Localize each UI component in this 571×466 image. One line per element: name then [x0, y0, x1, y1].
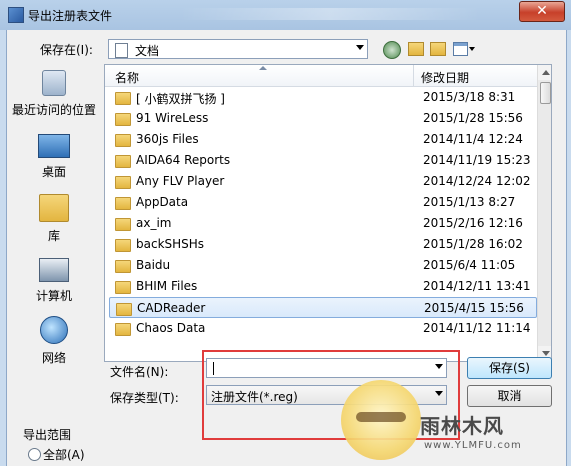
folder-icon	[115, 176, 131, 189]
folder-icon	[115, 323, 131, 336]
file-name: Any FLV Player	[136, 174, 225, 188]
export-all-label: 全部(A)	[43, 448, 85, 462]
file-list[interactable]: 名称 修改日期 [ 小鹤双拼飞扬 ] 2015/3/18 8:31 91 WireL…	[104, 64, 552, 362]
place-label: 库	[47, 229, 60, 243]
filename-label: 文件名(N):	[110, 365, 169, 379]
folder-icon	[115, 92, 131, 105]
cancel-button[interactable]: 取消	[467, 385, 552, 407]
column-separator[interactable]	[413, 65, 414, 86]
file-name: [ 小鹤双拼飞扬 ]	[136, 92, 225, 106]
file-date: 2014/11/12 11:14	[423, 321, 531, 335]
view-dropdown-icon[interactable]	[469, 47, 475, 51]
table-row[interactable]: [ 小鹤双拼飞扬 ] 2015/3/18 8:31	[109, 87, 537, 108]
place-label: 桌面	[41, 165, 66, 179]
file-name: backSHSHs	[136, 237, 205, 251]
file-date: 2014/11/4 12:24	[423, 132, 523, 146]
folder-icon	[115, 155, 131, 168]
recent-places-icon	[42, 70, 66, 96]
file-name: 360js Files	[136, 132, 199, 146]
place-computer[interactable]: 计算机	[9, 258, 99, 304]
place-libraries[interactable]: 库	[9, 194, 99, 244]
folder-icon	[115, 260, 131, 273]
table-row[interactable]: 360js Files 2014/11/4 12:24	[109, 129, 537, 150]
file-name: Baidu	[136, 258, 171, 272]
up-folder-icon[interactable]	[408, 42, 424, 56]
file-date: 2015/1/13 8:27	[423, 195, 516, 209]
table-row[interactable]: BHIM Files 2014/12/11 13:41	[109, 276, 537, 297]
regedit-icon	[8, 7, 24, 23]
table-row[interactable]: AppData 2015/1/13 8:27	[109, 192, 537, 213]
view-menu-icon[interactable]	[453, 42, 468, 56]
file-date: 2015/4/15 15:56	[424, 301, 524, 315]
file-name: Chaos Data	[136, 321, 206, 335]
document-icon	[115, 43, 128, 58]
folder-icon	[115, 197, 131, 210]
watermark-sunglasses	[356, 412, 406, 422]
title-blur-decoration	[180, 8, 480, 20]
title-bar[interactable]: 导出注册表文件 ✕	[0, 0, 571, 30]
file-date: 2014/12/24 12:02	[423, 174, 531, 188]
file-name: AIDA64 Reports	[136, 153, 231, 167]
file-name: ax_im	[136, 216, 172, 230]
file-date: 2015/2/16 12:16	[423, 216, 523, 230]
place-recent[interactable]: 最近访问的位置	[9, 70, 99, 118]
place-label: 计算机	[35, 289, 72, 303]
folder-icon	[115, 239, 131, 252]
desktop-icon	[38, 134, 70, 158]
folder-icon	[115, 218, 131, 231]
file-name: CADReader	[137, 301, 206, 315]
folder-icon	[115, 134, 131, 147]
save-in-value: 文档	[135, 44, 160, 58]
computer-icon	[39, 258, 69, 282]
file-name: AppData	[136, 195, 189, 209]
table-row[interactable]: 91 WireLess 2015/1/28 15:56	[109, 108, 537, 129]
new-folder-icon[interactable]	[430, 42, 446, 56]
file-date: 2015/3/18 8:31	[423, 90, 516, 104]
file-name: BHIM Files	[136, 279, 198, 293]
column-header-date[interactable]: 修改日期	[421, 69, 469, 86]
watermark-text: 雨林木风	[420, 414, 504, 438]
file-list-header: 名称 修改日期	[105, 65, 537, 87]
watermark-url: www.YLMFU.com	[424, 440, 522, 451]
export-all-radio[interactable]	[28, 448, 41, 461]
back-icon[interactable]	[383, 41, 401, 59]
place-network[interactable]: 网络	[9, 316, 99, 366]
table-row[interactable]: ax_im 2015/2/16 12:16	[109, 213, 537, 234]
window-title: 导出注册表文件	[28, 9, 113, 23]
libraries-icon	[39, 194, 69, 222]
network-icon	[40, 316, 68, 344]
place-desktop[interactable]: 桌面	[9, 134, 99, 180]
table-row[interactable]: backSHSHs 2015/1/28 16:02	[109, 234, 537, 255]
file-date: 2015/6/4 11:05	[423, 258, 516, 272]
places-bar: 最近访问的位置 桌面 库 计算机 网络	[9, 64, 99, 365]
table-row[interactable]: AIDA64 Reports 2014/11/19 15:23	[109, 150, 537, 171]
place-label: 最近访问的位置	[11, 103, 96, 117]
table-row[interactable]: Baidu 2015/6/4 11:05	[109, 255, 537, 276]
save-button[interactable]: 保存(S)	[467, 357, 552, 379]
file-date: 2015/1/28 15:56	[423, 111, 523, 125]
file-date: 2014/12/11 13:41	[423, 279, 531, 293]
place-label: 网络	[41, 351, 66, 365]
column-header-name[interactable]: 名称	[115, 69, 139, 86]
close-button[interactable]: ✕	[519, 1, 565, 22]
file-date: 2014/11/19 15:23	[423, 153, 531, 167]
export-range-label: 导出范围	[23, 428, 72, 442]
file-date: 2015/1/28 16:02	[423, 237, 523, 251]
folder-icon	[115, 281, 131, 294]
dialog-body: 保存在(I): 文档 最近访问的位置 桌面 库 计算机 网络 名称 修改日期 […	[6, 30, 567, 466]
table-row[interactable]: Any FLV Player 2014/12/24 12:02	[109, 171, 537, 192]
folder-icon	[115, 113, 131, 126]
table-row[interactable]: CADReader 2015/4/15 15:56	[109, 297, 537, 318]
scroll-up-icon[interactable]	[538, 65, 551, 80]
save-in-label: 保存在(I):	[40, 43, 93, 57]
folder-icon	[116, 303, 132, 316]
scrollbar-thumb[interactable]	[540, 82, 551, 104]
filetype-label: 保存类型(T):	[110, 391, 179, 405]
table-row[interactable]: Chaos Data 2014/11/12 11:14	[109, 318, 537, 339]
save-in-combo[interactable]: 文档	[108, 39, 368, 59]
sort-ascending-icon	[259, 66, 267, 70]
file-name: 91 WireLess	[136, 111, 209, 125]
vertical-scrollbar[interactable]	[537, 65, 551, 361]
chevron-down-icon	[356, 45, 364, 50]
